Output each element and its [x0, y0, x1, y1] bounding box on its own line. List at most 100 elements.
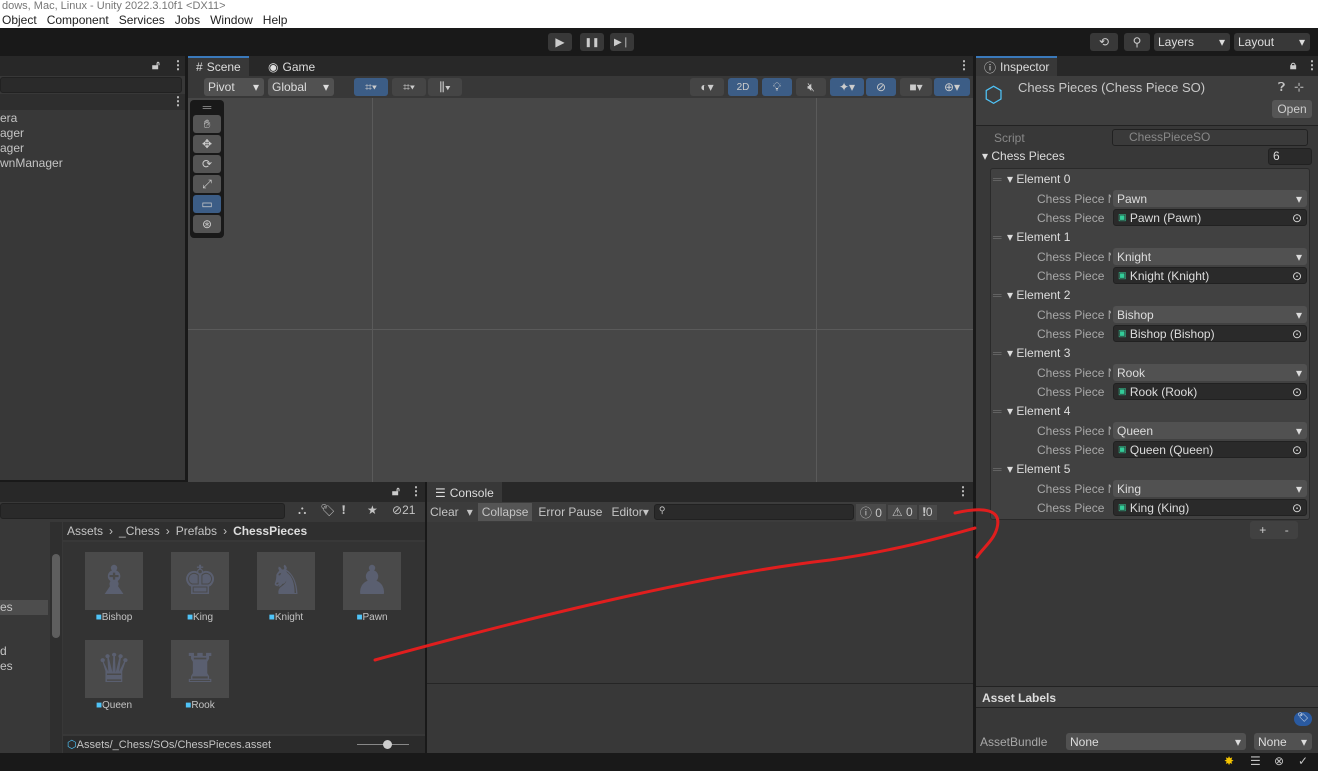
favorite-icon[interactable]: ★ — [367, 503, 378, 517]
menu-window[interactable]: Window — [210, 13, 253, 27]
error-count-toggle[interactable]: ❗︎0 — [918, 504, 937, 520]
asset-item[interactable]: ♝ ■Bishop — [85, 552, 143, 623]
more-icon[interactable]: ⋮ — [1306, 58, 1318, 72]
piece-type-dropdown[interactable]: Pawn ▾ — [1113, 190, 1307, 207]
tab-scene[interactable]: # Scene — [188, 56, 249, 76]
asset-item[interactable]: ♛ ■Queen — [85, 640, 143, 711]
clear-button[interactable]: Clear — [427, 505, 462, 519]
rotate-tool-icon[interactable]: ⟳ — [193, 155, 221, 173]
drag-handle-icon[interactable]: ═ — [993, 288, 1002, 302]
2d-toggle[interactable]: 2D — [728, 78, 758, 96]
pivot-dropdown[interactable]: Pivot ▾ — [204, 78, 264, 96]
hierarchy-item[interactable]: era — [0, 111, 63, 126]
list-size-input[interactable]: 6 — [1268, 148, 1312, 165]
gizmos-button[interactable]: ⊕▾ — [934, 78, 970, 96]
piece-object-field[interactable]: ▣ King (King) ⊙ — [1113, 499, 1307, 516]
draw-mode-button[interactable]: ◐▾ — [690, 78, 724, 96]
scale-tool-icon[interactable]: ⤢ — [193, 175, 221, 193]
collapse-toggle[interactable]: Collapse — [477, 503, 533, 521]
lock-icon[interactable]: 🔓︎ — [392, 484, 400, 499]
hierarchy-search-input[interactable] — [0, 77, 182, 93]
breadcrumb-item[interactable]: Assets — [67, 524, 103, 538]
search-icon[interactable]: ⚲ — [1124, 33, 1150, 51]
element-foldout[interactable]: ▾ Element 3 — [1007, 346, 1070, 360]
ruler-button[interactable]: ⫼▾ — [428, 78, 462, 96]
network-icon[interactable]: ⊗ — [1274, 754, 1284, 768]
hidden-packages-toggle[interactable]: ⊘21 — [392, 503, 415, 517]
piece-type-dropdown[interactable]: Bishop ▾ — [1113, 306, 1307, 323]
clear-options-dropdown[interactable]: ▾ — [464, 505, 476, 519]
object-picker-icon[interactable]: ⊙ — [1292, 385, 1302, 399]
object-picker-icon[interactable]: ⊙ — [1292, 443, 1302, 457]
object-picker-icon[interactable]: ⊙ — [1292, 501, 1302, 515]
help-icon[interactable]: ❓︎ — [1278, 80, 1285, 95]
menu-help[interactable]: Help — [263, 13, 288, 27]
global-dropdown[interactable]: Global ▾ — [268, 78, 334, 96]
filter-by-label-icon[interactable]: 🏷︎ — [320, 503, 335, 517]
lighting-icon[interactable]: 💡︎ — [762, 78, 792, 96]
audio-icon[interactable]: 🔇︎ — [796, 78, 826, 96]
info-count-toggle[interactable]: ⓘ 0 — [855, 503, 886, 521]
hand-tool-icon[interactable]: ✋︎ — [193, 115, 221, 133]
remove-element-button[interactable]: - — [1285, 523, 1289, 537]
asset-item[interactable]: ♟ ■Pawn — [343, 552, 401, 623]
drag-handle-icon[interactable]: ═ — [993, 230, 1002, 244]
element-foldout[interactable]: ▾ Element 1 — [1007, 230, 1070, 244]
element-foldout[interactable]: ▾ Element 2 — [1007, 288, 1070, 302]
bug-icon[interactable]: ✸ — [1224, 754, 1234, 768]
menu-gameobject[interactable]: Object — [2, 13, 37, 27]
effects-button[interactable]: ✦▾ — [830, 78, 864, 96]
hierarchy-item[interactable]: ager — [0, 126, 63, 141]
breadcrumb-item[interactable]: _Chess — [119, 524, 160, 538]
move-tool-icon[interactable]: ✥ — [193, 135, 221, 153]
history-icon[interactable]: ⟲ — [1090, 33, 1118, 51]
piece-type-dropdown[interactable]: Rook ▾ — [1113, 364, 1307, 381]
element-foldout[interactable]: ▾ Element 4 — [1007, 404, 1070, 418]
layers-dropdown[interactable]: Layers ▾ — [1154, 33, 1230, 51]
asset-item[interactable]: ♞ ■Knight — [257, 552, 315, 623]
piece-object-field[interactable]: ▣ Pawn (Pawn) ⊙ — [1113, 209, 1307, 226]
more-icon[interactable]: ⋮ — [172, 58, 184, 72]
error-pause-toggle[interactable]: Error Pause — [534, 505, 606, 519]
warning-count-toggle[interactable]: ⚠ 0 — [887, 505, 917, 519]
tab-game[interactable]: ◉ Game — [260, 56, 323, 76]
filter-by-type-icon[interactable]: ⛬ — [298, 503, 306, 518]
object-picker-icon[interactable]: ⊙ — [1292, 269, 1302, 283]
hierarchy-item[interactable]: wnManager — [0, 156, 63, 171]
transform-tool-icon[interactable]: ⊛ — [193, 215, 221, 233]
open-button[interactable]: Open — [1272, 100, 1312, 118]
object-picker-icon[interactable]: ⊙ — [1292, 327, 1302, 341]
log-icon[interactable]: ❗︎ — [342, 503, 345, 518]
visibility-icon[interactable]: ⊘ — [866, 78, 896, 96]
piece-object-field[interactable]: ▣ Knight (Knight) ⊙ — [1113, 267, 1307, 284]
camera-button[interactable]: ■▾ — [900, 78, 932, 96]
drag-handle-icon[interactable]: ═ — [993, 462, 1002, 476]
asset-item[interactable]: ♜ ■Rook — [171, 640, 229, 711]
breadcrumb-item[interactable]: Prefabs — [176, 524, 217, 538]
editor-dropdown[interactable]: Editor▾ — [608, 505, 651, 519]
more-icon[interactable]: ⋮ — [958, 58, 970, 72]
step-button[interactable]: ▶❘ — [610, 33, 634, 51]
piece-object-field[interactable]: ▣ Bishop (Bishop) ⊙ — [1113, 325, 1307, 342]
asset-bundle-dropdown[interactable]: None ▾ — [1066, 733, 1246, 750]
rect-tool-icon[interactable]: ▭ — [193, 195, 221, 213]
folder-item-selected[interactable]: es — [0, 600, 48, 615]
drag-handle-icon[interactable]: ═ — [993, 404, 1002, 418]
scene-viewport[interactable]: ═ ✋︎ ✥ ⟳ ⤢ ▭ ⊛ — [188, 98, 973, 482]
more-icon[interactable]: ⋮ — [410, 484, 422, 498]
hierarchy-item[interactable]: ager — [0, 141, 63, 156]
play-button[interactable]: ▶ — [548, 33, 572, 51]
folder-item[interactable]: d — [0, 644, 7, 658]
console-search-input[interactable]: ⚲ — [653, 504, 854, 520]
presets-icon[interactable]: ⊹ — [1294, 80, 1304, 94]
drag-handle-icon[interactable]: ═ — [993, 346, 1002, 360]
layout-dropdown[interactable]: Layout ▾ — [1234, 33, 1310, 51]
chess-pieces-foldout[interactable]: ▾ Chess Pieces — [982, 149, 1065, 163]
drag-handle-icon[interactable]: ═ — [993, 172, 1002, 186]
tab-inspector[interactable]: ⓘ Inspector — [976, 56, 1058, 76]
more-icon[interactable]: ⋮ — [957, 484, 969, 498]
object-picker-icon[interactable]: ⊙ — [1292, 211, 1302, 225]
lock-icon[interactable]: 🔒︎ — [1290, 58, 1296, 73]
menu-component[interactable]: Component — [47, 13, 109, 27]
pause-button[interactable]: ❚❚ — [580, 33, 604, 51]
